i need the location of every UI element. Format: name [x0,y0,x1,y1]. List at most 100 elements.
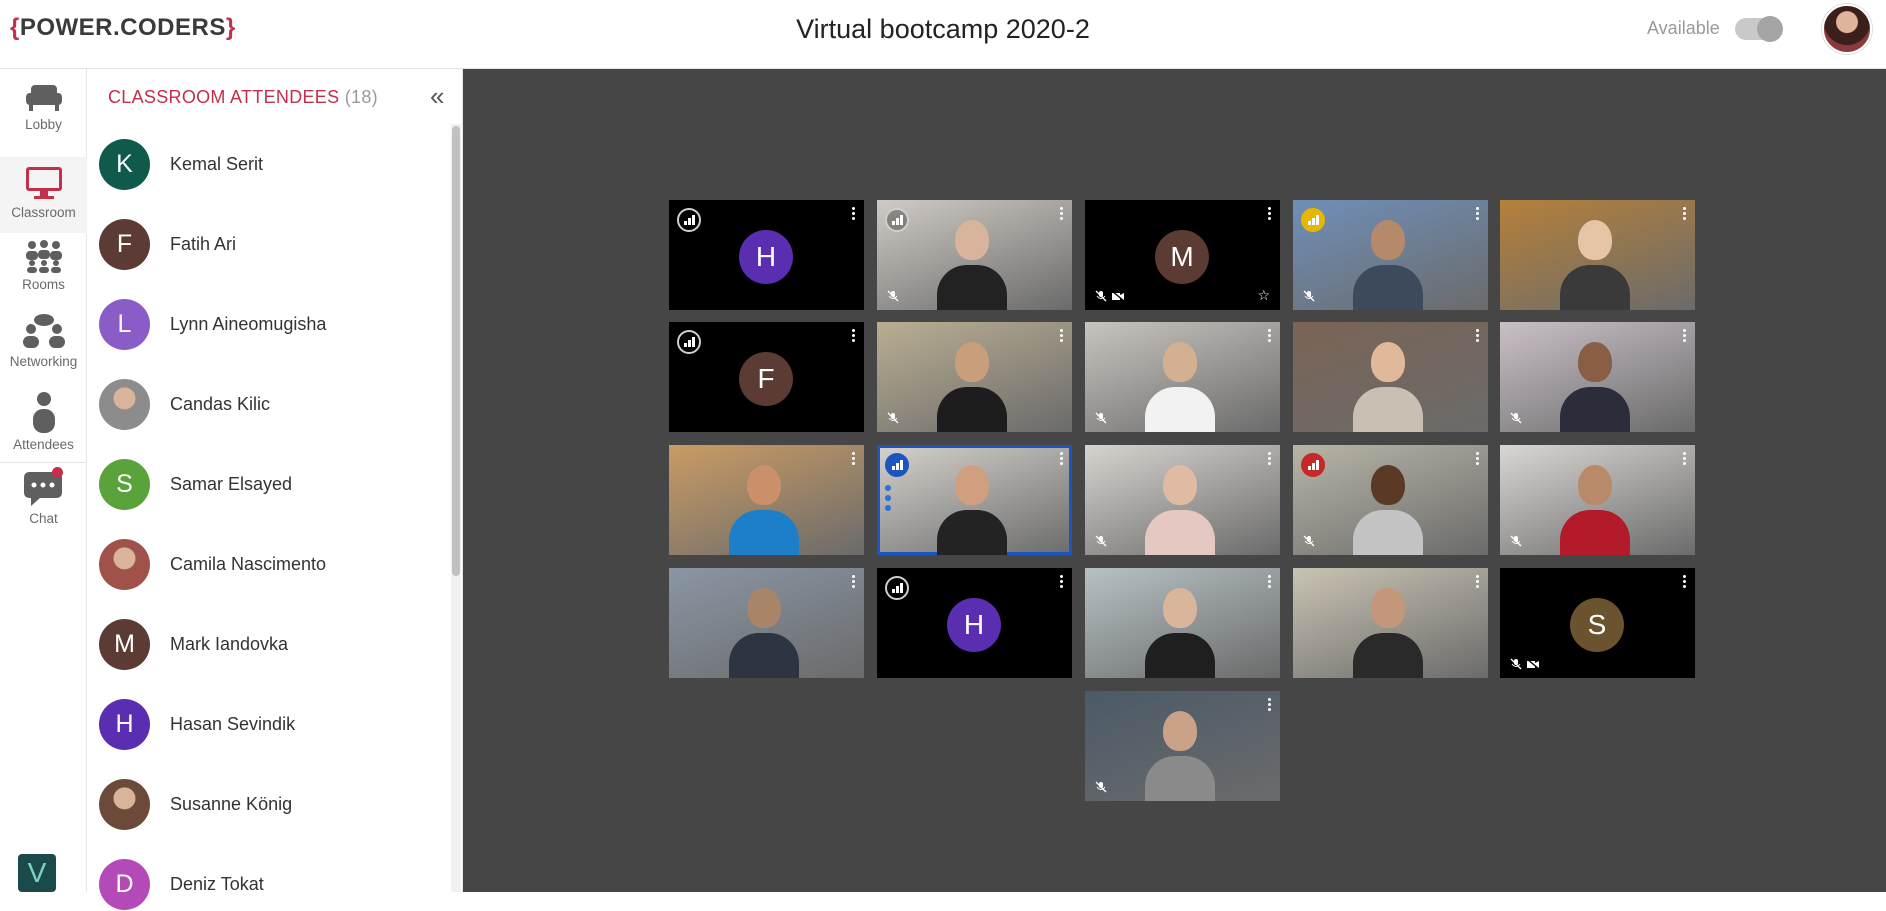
participant-head [1371,588,1405,628]
attendee-item[interactable]: S Samar Elsayed [99,459,429,511]
participant-tile[interactable]: H [669,200,864,310]
participant-tile[interactable] [1085,322,1280,432]
mic-muted-icon [1095,781,1107,793]
participant-body [1560,510,1630,555]
nav-networking[interactable]: Networking [0,314,87,386]
participant-head [1578,220,1612,260]
attendee-item[interactable]: H Hasan Sevindik [99,699,429,751]
attendee-item[interactable]: Camila Nascimento [99,539,429,591]
participant-tile[interactable] [877,445,1072,555]
more-options-icon[interactable] [1476,575,1479,589]
participant-video [1353,215,1423,310]
attendee-item[interactable]: K Kemal Serit [99,139,429,191]
attendee-item[interactable]: L Lynn Aineomugisha [99,299,429,351]
participant-tile[interactable]: F [669,322,864,432]
more-options-icon[interactable] [1268,698,1271,712]
participant-video [937,337,1007,432]
star-icon[interactable]: ☆ [1257,287,1270,304]
nav-label: Attendees [13,437,74,452]
participant-video [1145,706,1215,801]
group-icon [25,240,62,273]
participant-tile[interactable]: H [877,568,1072,678]
nav-rooms[interactable]: Rooms [0,239,87,309]
more-options-icon[interactable] [1060,452,1063,466]
participant-video [937,215,1007,310]
participant-head [955,220,989,260]
more-options-icon[interactable] [1060,207,1063,221]
more-options-icon[interactable] [1683,207,1686,221]
more-options-icon[interactable] [852,575,855,589]
attendee-avatar: H [99,699,150,750]
attendee-avatar: F [99,219,150,270]
signal-icon [885,208,909,232]
scrollbar-thumb[interactable] [452,126,460,576]
toggle-knob [1757,16,1783,42]
more-options-icon[interactable] [852,207,855,221]
attendee-item[interactable]: Susanne König [99,779,429,831]
participant-tile[interactable] [1500,322,1695,432]
participant-tile[interactable] [1500,200,1695,310]
mic-muted-icon [887,412,899,424]
attendee-item[interactable]: M Mark Iandovka [99,619,429,671]
participant-tile[interactable] [669,568,864,678]
nav-chat[interactable]: Chat [0,467,87,541]
attendee-item[interactable]: D Deniz Tokat [99,859,429,911]
more-options-icon[interactable] [1683,329,1686,343]
participant-tile[interactable] [669,445,864,555]
participant-tile[interactable] [1500,445,1695,555]
availability-toggle[interactable] [1735,16,1783,42]
mic-muted-icon [1095,412,1107,424]
participant-tile[interactable] [1293,322,1488,432]
attendee-name: Mark Iandovka [170,634,289,654]
participant-avatar: S [1570,598,1624,652]
participant-head [1163,342,1197,382]
participant-body [1353,633,1423,678]
more-options-icon[interactable] [1268,329,1271,343]
attendee-item[interactable]: F Fatih Ari [99,219,429,271]
participant-tile[interactable] [877,200,1072,310]
attendee-avatar: M [99,619,150,670]
more-options-icon[interactable] [1476,452,1479,466]
participant-body [1353,510,1423,555]
participant-tile[interactable] [1293,200,1488,310]
participant-body [729,510,799,555]
participant-tile[interactable]: S [1500,568,1695,678]
more-options-icon[interactable] [1683,452,1686,466]
more-options-icon[interactable] [1268,575,1271,589]
more-options-icon[interactable] [1476,207,1479,221]
attendee-scrollbar[interactable] [451,124,461,892]
more-options-icon[interactable] [1476,329,1479,343]
nav-attendees[interactable]: Attendees [0,391,87,461]
participant-video [729,583,799,678]
more-options-icon[interactable] [852,329,855,343]
participant-video [1560,460,1630,555]
participant-tile[interactable] [1293,445,1488,555]
mic-muted-icon [1095,290,1107,302]
nav-lobby[interactable]: Lobby [0,83,87,155]
user-avatar[interactable] [1822,4,1872,54]
attendee-name: Hasan Sevindik [170,714,296,734]
more-options-icon[interactable] [1683,575,1686,589]
more-options-icon[interactable] [1268,452,1271,466]
participant-tile[interactable] [1085,568,1280,678]
collapse-panel-button[interactable]: « [430,81,444,112]
attendee-avatar [99,539,150,590]
attendee-name: Camila Nascimento [170,554,327,574]
participant-tile[interactable] [1085,445,1280,555]
more-options-icon[interactable] [852,452,855,466]
more-options-icon[interactable] [1060,329,1063,343]
participant-avatar: F [739,352,793,406]
more-options-icon[interactable] [1268,207,1271,221]
participant-avatar: H [739,230,793,284]
app-logo-icon[interactable]: V [18,854,56,892]
participant-video [1145,460,1215,555]
participant-tile[interactable]: M ☆ [1085,200,1280,310]
attendee-name: Samar Elsayed [170,474,293,494]
participant-head [1163,588,1197,628]
participant-tile[interactable] [1293,568,1488,678]
participant-tile[interactable] [877,322,1072,432]
attendee-item[interactable]: Candas Kilic [99,379,429,431]
participant-tile[interactable] [1085,691,1280,801]
nav-classroom[interactable]: Classroom [0,157,87,233]
more-options-icon[interactable] [1060,575,1063,589]
